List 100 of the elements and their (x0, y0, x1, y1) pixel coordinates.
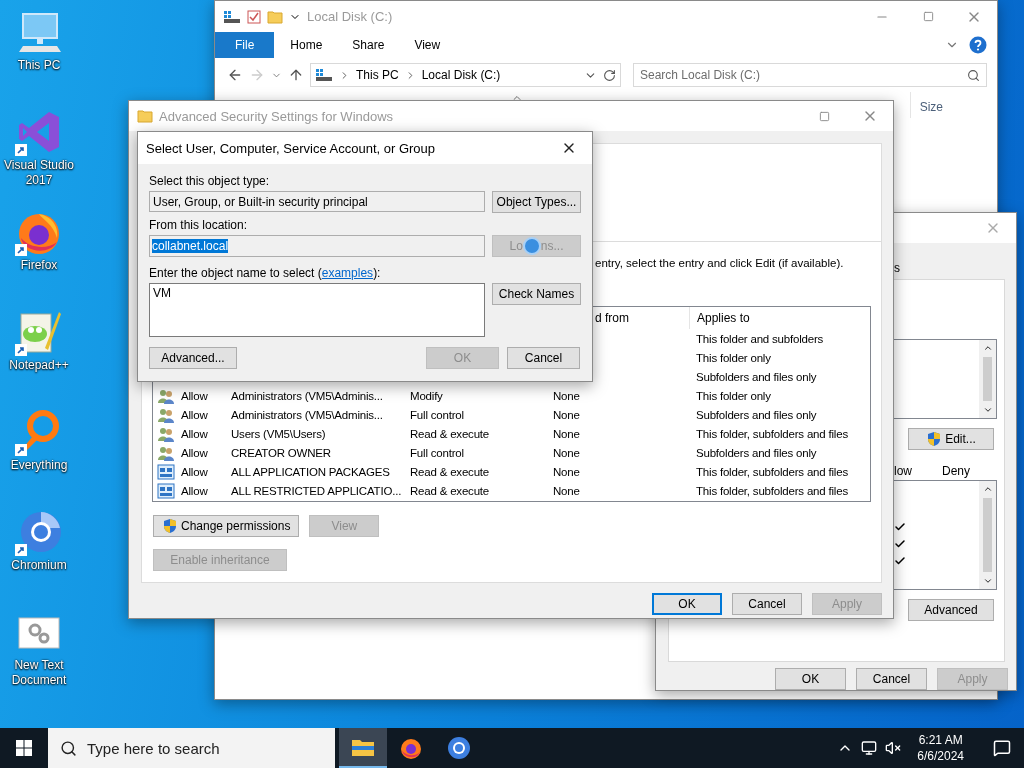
cursor-icon (522, 237, 541, 255)
chromium-icon (447, 736, 471, 760)
window-title: Advanced Security Settings for Windows (159, 108, 394, 124)
column-header: low (894, 463, 912, 480)
table-cell-text: Read & execute (410, 484, 491, 497)
dialog-title: Select User, Computer, Service Account, or Group (146, 140, 436, 156)
table-cell-text: Read & execute (410, 427, 491, 440)
table-cell-text: Subfolders and files only (695, 446, 818, 459)
list-box[interactable] (894, 338, 997, 419)
search-icon (967, 68, 980, 82)
dialog-button[interactable]: Cancel (507, 347, 580, 369)
table-cell-text: This folder and subfolders (695, 332, 825, 345)
windows-logo-icon (16, 740, 32, 756)
table-cell-text: Administrators (VM5\Adminis... (231, 389, 384, 402)
network-icon[interactable] (861, 740, 878, 756)
breadcrumb[interactable]: Local Disk (C:) (421, 68, 501, 82)
volume-muted-icon[interactable] (885, 740, 902, 756)
field-label: Enter the object name to select (examples): (149, 266, 382, 280)
drive-icon (315, 68, 333, 82)
table-cell-text: None (553, 408, 581, 421)
breadcrumb[interactable]: This PC (356, 68, 399, 82)
field-label: From this location: (149, 218, 249, 232)
dialog-button[interactable]: OK (775, 668, 846, 690)
table-cell-text: None (553, 446, 581, 459)
taskbar-search-field[interactable]: Type here to search (48, 728, 335, 768)
column-header: Deny (942, 463, 971, 480)
object-type-field: User, Group, or Built-in security principal (149, 191, 485, 212)
search-icon (60, 739, 77, 757)
table-cell-text: Allow (181, 389, 209, 402)
column-header[interactable]: Applies to (689, 307, 870, 329)
app-package-icon (157, 463, 175, 480)
users-icon (157, 444, 175, 461)
examples-link[interactable]: examples (321, 266, 374, 280)
object-name-field[interactable]: VM (149, 283, 485, 337)
object-types-button[interactable]: Object Types... (492, 191, 581, 213)
table-cell-text: This folder, subfolders and files (695, 484, 849, 497)
table-cell-text: None (553, 484, 581, 497)
advanced-button[interactable]: Advanced... (149, 347, 237, 369)
table-cell-text: This folder only (695, 389, 772, 402)
folder-icon (351, 737, 375, 757)
folder-icon (137, 109, 153, 123)
column-header[interactable]: Size (909, 92, 953, 118)
table-cell-text: Subfolders and files only (695, 370, 818, 383)
back-icon[interactable] (227, 67, 243, 83)
tab[interactable]: s (894, 260, 900, 275)
table-cell-text: None (553, 465, 581, 478)
table-cell-text: This folder, subfolders and files (695, 427, 849, 440)
drive-icon (223, 9, 241, 24)
table-cell-text: None (553, 389, 581, 402)
taskbar-app-button[interactable] (339, 728, 387, 768)
table-cell-text: Modify (410, 389, 444, 402)
address-bar[interactable]: This PC Local Disk (C:) (310, 63, 621, 87)
maximize-icon[interactable] (922, 11, 934, 22)
table-cell-text: CREATOR OWNER (231, 446, 332, 459)
table-cell-text: ALL APPLICATION PACKAGES (231, 465, 391, 478)
table-cell-text: Subfolders and files only (695, 408, 818, 421)
ribbon-tab[interactable]: File (215, 32, 275, 58)
properties-icon[interactable] (247, 9, 261, 24)
edit-button[interactable]: Edit... (908, 427, 994, 450)
ribbon-tab[interactable]: Home (276, 32, 337, 58)
clock[interactable]: 6:21 AM 6/6/2024 (909, 732, 972, 764)
ribbon-tab[interactable]: Share (338, 32, 399, 58)
maximize-icon[interactable] (818, 110, 830, 122)
table-cell-text: Allow (181, 446, 209, 459)
table-cell-text: This folder, subfolders and files (695, 465, 849, 478)
table-cell-text: This folder only (695, 351, 772, 364)
ribbon-tab[interactable]: View (400, 32, 455, 58)
firefox-icon (399, 736, 423, 760)
search-field[interactable]: Search Local Disk (C:) (633, 63, 987, 87)
dialog-button[interactable]: Cancel (856, 668, 927, 690)
change-permissions-button[interactable]: Change permissions (153, 515, 300, 537)
refresh-icon[interactable] (603, 68, 616, 82)
app-package-icon (157, 482, 175, 499)
table-cell-text: Administrators (VM5\Adminis... (231, 408, 384, 421)
scrollbar-thumb[interactable] (983, 497, 992, 572)
dialog-button[interactable]: Cancel (732, 593, 802, 615)
table-cell-text: Full control (410, 408, 465, 421)
users-icon (157, 387, 175, 404)
table-cell-text: Allow (181, 408, 209, 421)
location-value: collabnet.local (152, 239, 229, 253)
table-cell-text: Allow (181, 427, 209, 440)
table-cell-text: ALL RESTRICTED APPLICATIO... (231, 484, 403, 497)
notifications-icon[interactable] (993, 739, 1011, 757)
field-label: Select this object type: (149, 174, 271, 188)
table-cell-text: Allow (181, 484, 209, 497)
table-cell-text: Allow (181, 465, 209, 478)
help-icon[interactable] (969, 36, 987, 54)
table-cell-text: Full control (410, 446, 465, 459)
users-icon (157, 406, 175, 423)
instruction-text: entry, select the entry and click Edit (if available). (595, 257, 844, 269)
table-cell-text: Read & execute (410, 465, 491, 478)
table-cell-text: Users (VM5\Users) (231, 427, 327, 440)
check-names-button[interactable]: Check Names (492, 283, 581, 305)
users-icon (157, 425, 175, 442)
dialog-button[interactable]: OK (652, 593, 722, 615)
table-cell-text: None (553, 427, 581, 440)
scrollbar-thumb[interactable] (983, 356, 992, 401)
up-icon[interactable] (288, 67, 304, 83)
window-title: Local Disk (C:) (307, 9, 393, 24)
advanced-button[interactable]: Advanced (908, 598, 994, 621)
